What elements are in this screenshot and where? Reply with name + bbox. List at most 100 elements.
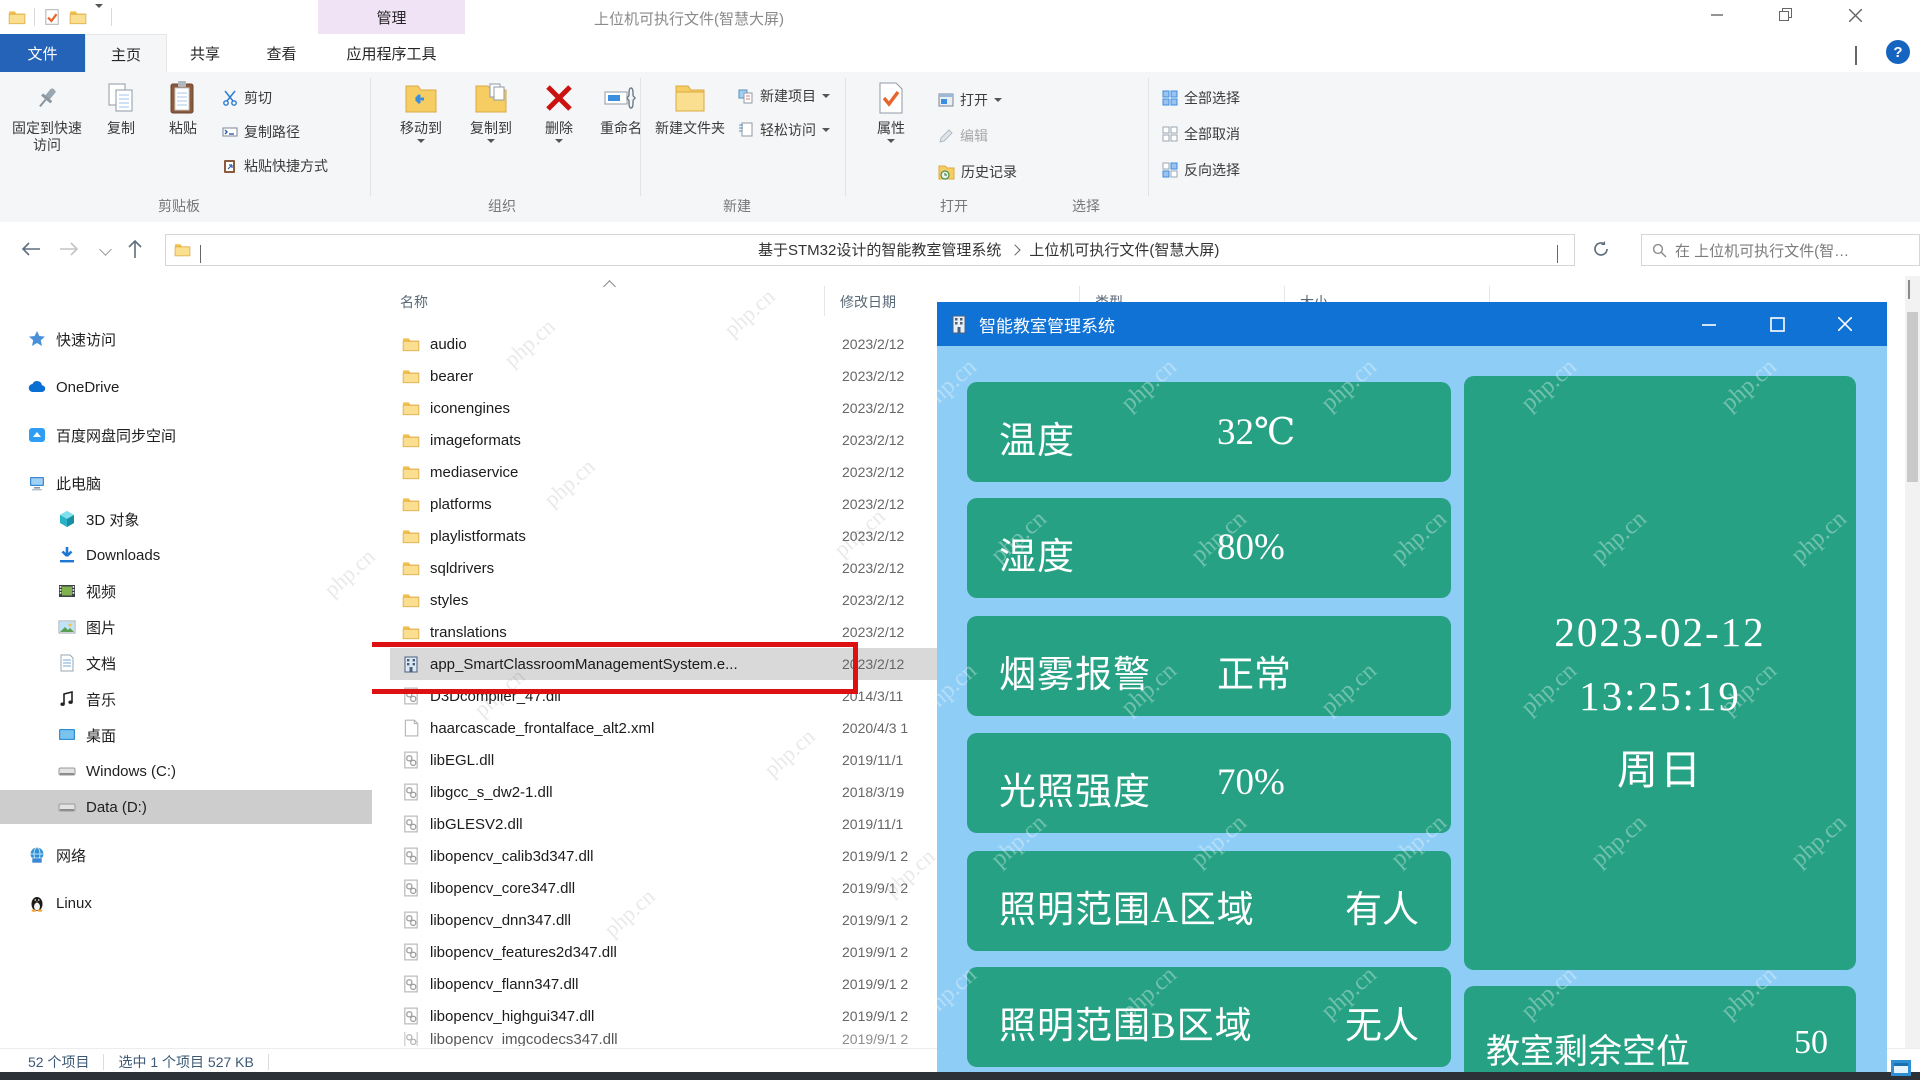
tab-view[interactable]: 查看 bbox=[245, 34, 318, 72]
sidebar-item-label: 桌面 bbox=[86, 725, 116, 746]
rename-button[interactable]: 重命名 bbox=[588, 80, 654, 137]
qat-new-folder-icon[interactable] bbox=[69, 8, 87, 26]
breadcrumb-segment-root[interactable]: 基于STM32设计的智能教室管理系统 bbox=[758, 239, 1001, 260]
sidebar-item-this-pc[interactable]: 此电脑 bbox=[0, 466, 372, 500]
forward-button[interactable] bbox=[56, 236, 82, 262]
invert-selection-button[interactable]: 反向选择 bbox=[1162, 158, 1240, 182]
sensor-panel-2: 湿度80% bbox=[967, 498, 1451, 598]
up-button[interactable] bbox=[122, 236, 148, 262]
clock-panel: 2023-02-12 13:25:19 周日 bbox=[1464, 376, 1856, 970]
sidebar-item-label: 百度网盘同步空间 bbox=[56, 425, 176, 446]
file-name: translations bbox=[430, 624, 507, 641]
refresh-icon[interactable] bbox=[1588, 236, 1614, 262]
edit-button[interactable]: 编辑 bbox=[938, 124, 988, 148]
sidebar-item-music[interactable]: 音乐 bbox=[0, 682, 372, 716]
sidebar-item-label: Data (D:) bbox=[86, 799, 147, 816]
sidebar-item-quick-access[interactable]: 快速访问 bbox=[0, 322, 372, 356]
sidebar-item-network[interactable]: 网络 bbox=[0, 838, 372, 872]
paste-button[interactable]: 粘贴 bbox=[154, 80, 212, 137]
copy-path-button[interactable]: 复制路径 bbox=[222, 120, 300, 144]
sidebar-item-downloads[interactable]: Downloads bbox=[0, 538, 372, 572]
sidebar-item-pictures[interactable]: 图片 bbox=[0, 610, 372, 644]
tab-share[interactable]: 共享 bbox=[165, 34, 245, 72]
minimize-button[interactable] bbox=[1694, 0, 1740, 30]
delete-button[interactable]: 删除 bbox=[532, 80, 586, 143]
back-button[interactable] bbox=[18, 236, 44, 262]
tab-application-tools[interactable]: 应用程序工具 bbox=[318, 34, 465, 72]
sidebar-item-onedrive[interactable]: OneDrive bbox=[0, 370, 372, 404]
new-folder-button[interactable]: 新建文件夹 bbox=[652, 80, 728, 137]
pictures-icon bbox=[58, 618, 76, 636]
folder-file-icon bbox=[402, 367, 420, 385]
explorer-folder-icon[interactable] bbox=[8, 8, 26, 26]
breadcrumb-chevron-icon[interactable] bbox=[200, 246, 201, 264]
sensor-value: 正常 bbox=[1217, 644, 1291, 698]
vertical-scrollbar[interactable] bbox=[1905, 276, 1920, 1048]
close-button[interactable] bbox=[1832, 0, 1878, 30]
search-input[interactable]: 在 上位机可执行文件(智… bbox=[1641, 234, 1920, 266]
window-title: 上位机可执行文件(智慧大屏) bbox=[594, 8, 784, 29]
group-label-new: 新建 bbox=[723, 196, 751, 216]
copy-button[interactable]: 复制 bbox=[92, 80, 150, 137]
file-name: audio bbox=[430, 336, 467, 353]
recent-locations-icon[interactable] bbox=[92, 236, 118, 262]
qat-customize-icon[interactable] bbox=[95, 8, 103, 26]
sidebar-item-baidu-sync[interactable]: 百度网盘同步空间 bbox=[0, 418, 372, 452]
tab-home[interactable]: 主页 bbox=[85, 34, 167, 73]
open-button[interactable]: 打开 bbox=[938, 88, 1002, 112]
group-label-organize: 组织 bbox=[488, 196, 516, 216]
file-name: libopencv_imgcodecs347.dll bbox=[430, 1032, 618, 1046]
move-to-button[interactable]: 移动到 bbox=[388, 80, 454, 143]
sidebar-item-drive-d[interactable]: Data (D:) bbox=[0, 790, 372, 824]
address-box[interactable]: 基于STM32设计的智能教室管理系统 上位机可执行文件(智慧大屏) bbox=[165, 234, 1575, 266]
properties-button[interactable]: 属性 bbox=[862, 80, 920, 143]
restore-button[interactable] bbox=[1763, 0, 1809, 30]
app-titlebar[interactable]: 智能教室管理系统 bbox=[937, 302, 1887, 346]
file-date: 2019/9/1 2 bbox=[842, 944, 908, 960]
scroll-up-icon[interactable] bbox=[1908, 282, 1910, 300]
sidebar-item-linux[interactable]: Linux bbox=[0, 886, 372, 920]
sidebar-item-documents[interactable]: 文档 bbox=[0, 646, 372, 680]
easy-access-button[interactable]: 轻松访问 bbox=[738, 118, 830, 142]
select-all-button[interactable]: 全部选择 bbox=[1162, 86, 1240, 110]
scrollbar-thumb[interactable] bbox=[1907, 312, 1918, 482]
breadcrumb-segment-current[interactable]: 上位机可执行文件(智慧大屏) bbox=[1029, 239, 1219, 260]
clock-date: 2023-02-12 bbox=[1464, 608, 1856, 656]
invert-selection-icon bbox=[1162, 162, 1178, 178]
select-none-button[interactable]: 全部取消 bbox=[1162, 122, 1240, 146]
help-icon[interactable]: ? bbox=[1886, 40, 1910, 64]
sidebar-item-3d-objects[interactable]: 3D 对象 bbox=[0, 502, 372, 536]
qat-properties-icon[interactable] bbox=[43, 8, 61, 26]
tab-manage[interactable]: 管理 bbox=[318, 0, 465, 34]
cut-button[interactable]: 剪切 bbox=[222, 86, 272, 110]
address-dropdown-icon[interactable] bbox=[1557, 245, 1558, 263]
history-button[interactable]: 历史记录 bbox=[938, 160, 1017, 184]
file-date: 2023/2/12 bbox=[842, 624, 904, 640]
sidebar-item-drive-c[interactable]: Windows (C:) bbox=[0, 754, 372, 788]
copy-to-button[interactable]: 复制到 bbox=[458, 80, 524, 143]
pin-to-quick-access-button[interactable]: 固定到快速访问 bbox=[8, 80, 86, 154]
file-date: 2020/4/3 1 bbox=[842, 720, 908, 736]
app-close-button[interactable] bbox=[1817, 302, 1873, 346]
seats-panel: 教室剩余空位 50 bbox=[1464, 986, 1856, 1080]
taskbar-app-icon[interactable] bbox=[1891, 1060, 1911, 1076]
app-minimize-button[interactable] bbox=[1681, 302, 1737, 346]
paste-icon bbox=[169, 80, 197, 116]
file-name: playlistformats bbox=[430, 528, 526, 545]
copy-path-icon bbox=[222, 124, 238, 140]
sidebar-item-videos[interactable]: 视频 bbox=[0, 574, 372, 608]
file-date: 2023/2/12 bbox=[842, 560, 904, 576]
new-item-button[interactable]: 新建项目 bbox=[738, 84, 830, 108]
column-header-name[interactable]: 名称 bbox=[400, 292, 428, 312]
group-label-clipboard: 剪贴板 bbox=[158, 196, 200, 216]
file-name: sqldrivers bbox=[430, 560, 494, 577]
ribbon: 固定到快速访问 复制 粘贴 剪切 复制路径 粘贴快捷方式 剪贴板 移动到 复制到 bbox=[0, 72, 1920, 223]
app-maximize-button[interactable] bbox=[1749, 302, 1805, 346]
folder-file-icon bbox=[402, 399, 420, 417]
tab-file[interactable]: 文件 bbox=[0, 34, 85, 72]
collapse-ribbon-icon[interactable] bbox=[1855, 48, 1857, 66]
dll-file-icon bbox=[402, 911, 420, 929]
paste-shortcut-button[interactable]: 粘贴快捷方式 bbox=[222, 154, 328, 178]
sidebar-item-desktop[interactable]: 桌面 bbox=[0, 718, 372, 752]
column-header-date[interactable]: 修改日期 bbox=[840, 292, 896, 312]
